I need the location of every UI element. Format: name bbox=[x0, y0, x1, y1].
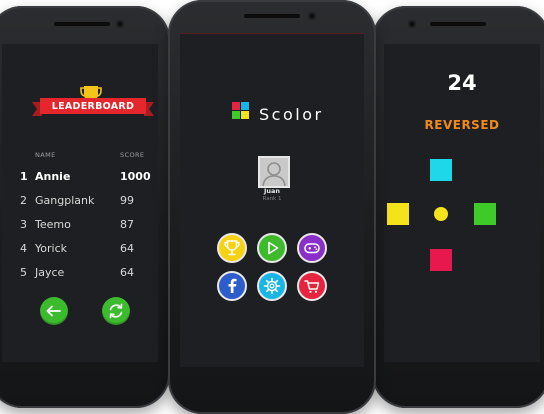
phone-home: Scolor Juan Rank 1 bbox=[168, 0, 376, 414]
cart-icon bbox=[304, 280, 320, 293]
cyan-square[interactable] bbox=[430, 159, 452, 181]
leaderboard-row: 4 Yorick 64 bbox=[2, 242, 158, 262]
app-title: Scolor bbox=[259, 105, 324, 124]
yellow-square[interactable] bbox=[387, 203, 409, 225]
row-score: 64 bbox=[120, 266, 134, 279]
game-mode-label: REVERSED bbox=[424, 118, 500, 132]
column-header-name: NAME bbox=[35, 151, 56, 159]
row-score: 99 bbox=[120, 194, 134, 207]
store-button[interactable] bbox=[297, 271, 327, 301]
refresh-button[interactable] bbox=[102, 297, 130, 325]
red-square[interactable] bbox=[430, 249, 452, 271]
speaker-grille bbox=[244, 14, 300, 18]
leaderboard-row: 2 Gangplank 99 bbox=[2, 194, 158, 214]
row-rank: 3 bbox=[20, 218, 27, 231]
home-screen: Scolor Juan Rank 1 bbox=[180, 33, 364, 367]
play-button[interactable] bbox=[257, 233, 287, 263]
player-name: Juan bbox=[263, 187, 281, 195]
gear-icon bbox=[263, 277, 281, 295]
leaderboard-row: 3 Teemo 87 bbox=[2, 218, 158, 238]
row-rank: 5 bbox=[20, 266, 27, 279]
leaderboard-screen: LEADERBOARD NAME SCORE 1 Annie 1000 2 Ga… bbox=[2, 44, 158, 362]
play-icon bbox=[268, 241, 279, 255]
row-rank: 2 bbox=[20, 194, 27, 207]
leaderboard-title: LEADERBOARD bbox=[51, 101, 135, 112]
row-name: Annie bbox=[35, 170, 71, 183]
front-camera bbox=[408, 20, 416, 28]
row-name: Jayce bbox=[35, 266, 65, 279]
row-name: Teemo bbox=[35, 218, 71, 231]
facebook-icon bbox=[228, 278, 237, 293]
row-score: 64 bbox=[120, 242, 134, 255]
front-camera bbox=[116, 20, 124, 28]
trophy-icon bbox=[224, 240, 240, 256]
speaker-grille bbox=[54, 22, 110, 26]
logo-tile-green bbox=[232, 111, 240, 119]
row-name: Yorick bbox=[35, 242, 67, 255]
row-score: 87 bbox=[120, 218, 134, 231]
refresh-icon bbox=[109, 303, 123, 319]
phone-leaderboard: LEADERBOARD NAME SCORE 1 Annie 1000 2 Ga… bbox=[0, 6, 170, 408]
game-screen: 24 REVERSED bbox=[384, 44, 540, 362]
row-rank: 4 bbox=[20, 242, 27, 255]
leaderboard-row: 5 Jayce 64 bbox=[2, 266, 158, 286]
row-score: 1000 bbox=[120, 170, 151, 183]
settings-button[interactable] bbox=[257, 271, 287, 301]
front-camera bbox=[308, 12, 316, 20]
facebook-button[interactable] bbox=[217, 271, 247, 301]
row-rank: 1 bbox=[20, 170, 28, 183]
avatar[interactable] bbox=[258, 156, 290, 188]
phone-game: 24 REVERSED bbox=[372, 6, 544, 408]
score-counter: 24 bbox=[447, 71, 477, 95]
leaderboard-row: 1 Annie 1000 bbox=[2, 170, 158, 190]
row-name: Gangplank bbox=[35, 194, 95, 207]
games-button[interactable] bbox=[297, 233, 327, 263]
user-icon bbox=[262, 162, 286, 186]
back-button[interactable] bbox=[40, 297, 68, 325]
column-header-score: SCORE bbox=[120, 151, 145, 159]
leaderboard-button[interactable] bbox=[217, 233, 247, 263]
center-dot bbox=[434, 207, 448, 221]
gamepad-icon bbox=[304, 243, 320, 254]
player-rank: Rank 1 bbox=[262, 196, 282, 202]
logo-tile-red bbox=[232, 102, 240, 110]
logo-tile-yellow bbox=[241, 111, 249, 119]
green-square[interactable] bbox=[474, 203, 496, 225]
arrow-left-icon bbox=[46, 305, 61, 317]
logo-tile-cyan bbox=[241, 102, 249, 110]
speaker-grille bbox=[430, 22, 486, 26]
